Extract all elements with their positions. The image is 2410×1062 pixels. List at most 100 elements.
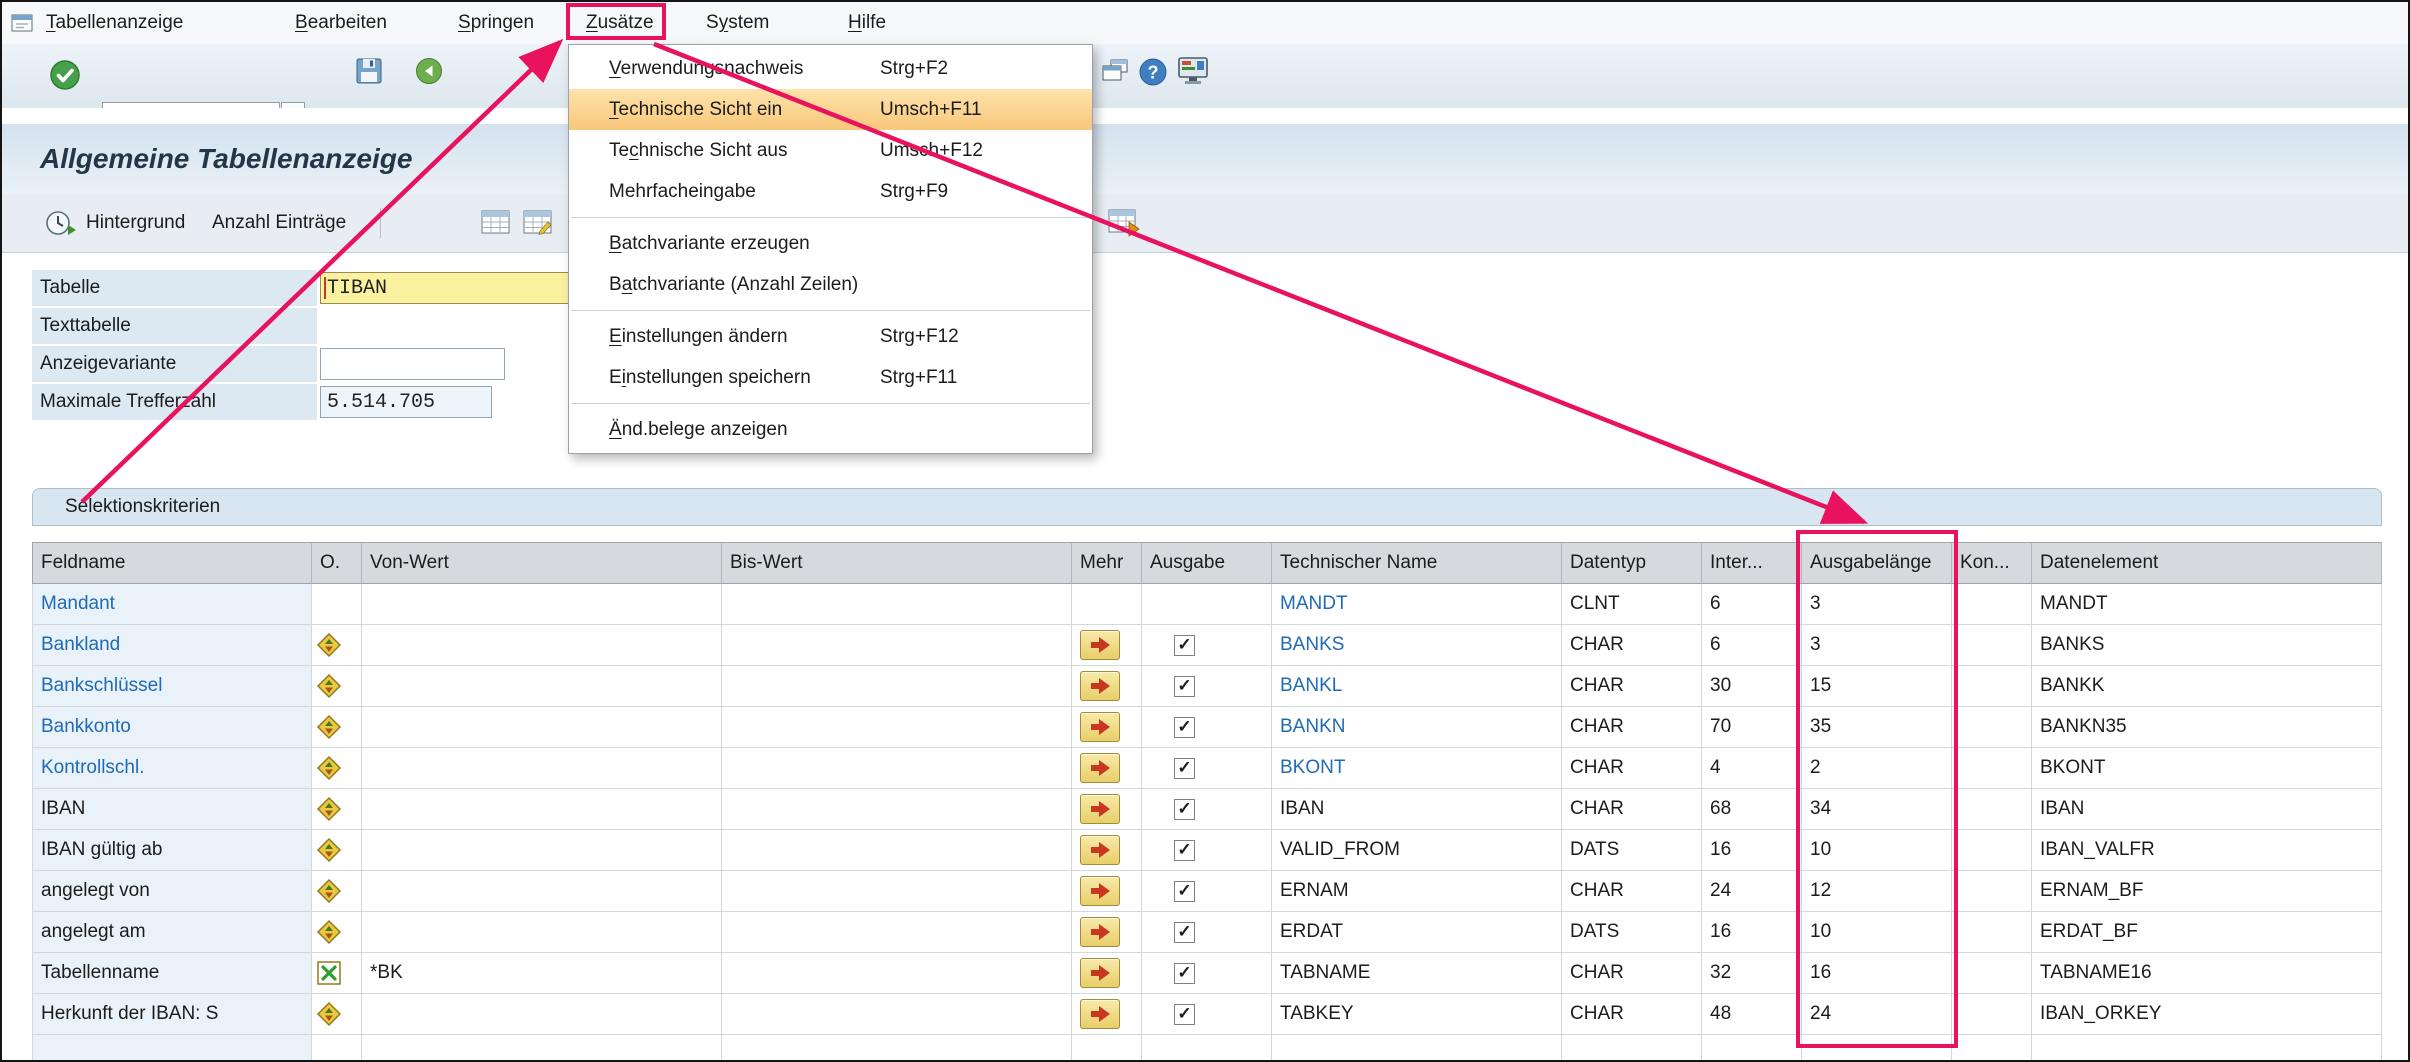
multiple-selection-button[interactable]: [1080, 835, 1120, 865]
tech-name-cell[interactable]: IBAN: [1272, 789, 1562, 830]
selection-options-icon[interactable]: [316, 632, 342, 658]
menu-item-technische-sicht-ein[interactable]: Technische Sicht einUmsch+F11: [569, 89, 1092, 130]
bis-wert-cell[interactable]: [722, 871, 1072, 912]
ausgabe-checkbox[interactable]: [1174, 922, 1195, 943]
von-wert-cell[interactable]: [362, 666, 722, 707]
system-menu-icon[interactable]: [10, 11, 34, 40]
ausgabe-checkbox[interactable]: [1174, 758, 1195, 779]
bis-wert-cell[interactable]: [722, 830, 1072, 871]
von-wert-cell[interactable]: [362, 994, 722, 1035]
multiple-selection-button[interactable]: [1080, 712, 1120, 742]
save-icon[interactable]: [354, 56, 384, 91]
multiple-selection-button[interactable]: [1080, 917, 1120, 947]
multiple-selection-button[interactable]: [1080, 999, 1120, 1029]
menu-item-aend-belege-anzeigen[interactable]: Änd.belege anzeigen: [569, 409, 1092, 450]
multiple-selection-button[interactable]: [1080, 876, 1120, 906]
von-wert-cell[interactable]: [362, 871, 722, 912]
ausgabe-checkbox[interactable]: [1174, 717, 1195, 738]
selection-options-icon[interactable]: [316, 1001, 342, 1027]
tech-name-cell[interactable]: BANKL: [1272, 666, 1562, 707]
exclude-selection-icon[interactable]: [316, 960, 342, 986]
multiple-selection-button[interactable]: [1080, 753, 1120, 783]
background-run-clock-icon[interactable]: [44, 208, 78, 243]
bis-wert-cell[interactable]: [722, 625, 1072, 666]
anzahl-eintraege-button[interactable]: Anzahl Einträge: [212, 194, 346, 252]
von-wert-cell[interactable]: [362, 789, 722, 830]
multiple-selection-button[interactable]: [1080, 794, 1120, 824]
ausgabe-checkbox[interactable]: [1174, 635, 1195, 656]
ausgabe-checkbox[interactable]: [1174, 1004, 1195, 1025]
tech-name-cell[interactable]: TABNAME: [1272, 953, 1562, 994]
multiple-selection-button[interactable]: [1080, 630, 1120, 660]
von-wert-cell[interactable]: [362, 912, 722, 953]
feldname-cell[interactable]: IBAN gültig ab: [32, 830, 312, 871]
menu-hilfe[interactable]: Hilfe: [842, 2, 892, 44]
feldname-cell[interactable]: Bankschlüssel: [32, 666, 312, 707]
bis-wert-cell[interactable]: [722, 584, 1072, 625]
von-wert-cell[interactable]: [362, 748, 722, 789]
menu-system[interactable]: System: [700, 2, 775, 44]
menu-item-batchvariante-erzeugen[interactable]: Batchvariante erzeugen: [569, 223, 1092, 264]
feldname-cell[interactable]: IBAN: [32, 789, 312, 830]
anzeigevariante-input[interactable]: [320, 348, 505, 380]
table-grid-icon[interactable]: [480, 209, 512, 241]
maximale-trefferzahl-input[interactable]: [320, 386, 492, 418]
tech-name-cell[interactable]: BANKS: [1272, 625, 1562, 666]
feldname-cell[interactable]: angelegt am: [32, 912, 312, 953]
choose-grid-arrow-icon[interactable]: [1107, 208, 1143, 242]
multiple-selection-button[interactable]: [1080, 958, 1120, 988]
hintergrund-button[interactable]: Hintergrund: [86, 194, 185, 252]
menu-item-technische-sicht-aus[interactable]: Technische Sicht ausUmsch+F12: [569, 130, 1092, 171]
selection-options-icon[interactable]: [316, 673, 342, 699]
feldname-cell[interactable]: angelegt von: [32, 871, 312, 912]
tech-name-cell[interactable]: BKONT: [1272, 748, 1562, 789]
menu-item-verwendungsnachweis[interactable]: VerwendungsnachweisStrg+F2: [569, 48, 1092, 89]
selection-options-icon[interactable]: [316, 714, 342, 740]
menu-item-batchvariante-anzahl-zeilen[interactable]: Batchvariante (Anzahl Zeilen): [569, 264, 1092, 305]
feldname-cell[interactable]: Mandant: [32, 584, 312, 625]
tech-name-cell[interactable]: BANKN: [1272, 707, 1562, 748]
selection-options-icon[interactable]: [316, 919, 342, 945]
selection-options-icon[interactable]: [316, 755, 342, 781]
help-icon[interactable]: ?: [1138, 57, 1168, 92]
bis-wert-cell[interactable]: [722, 666, 1072, 707]
feldname-cell[interactable]: Tabellenname: [32, 953, 312, 994]
table-grid-edit-icon[interactable]: [522, 209, 554, 241]
enter-check-icon[interactable]: [48, 58, 82, 97]
menu-springen[interactable]: Springen: [452, 2, 540, 44]
menu-bearbeiten[interactable]: Bearbeiten: [289, 2, 393, 44]
von-wert-cell[interactable]: [362, 707, 722, 748]
menu-item-mehrfacheingabe[interactable]: MehrfacheingabeStrg+F9: [569, 171, 1092, 212]
feldname-cell[interactable]: Bankkonto: [32, 707, 312, 748]
bis-wert-cell[interactable]: [722, 953, 1072, 994]
feldname-cell[interactable]: Kontrollschl.: [32, 748, 312, 789]
selection-options-icon[interactable]: [316, 878, 342, 904]
feldname-cell[interactable]: Herkunft der IBAN: S: [32, 994, 312, 1035]
von-wert-cell[interactable]: *BK: [362, 953, 722, 994]
menu-zusaetze[interactable]: Zusätze: [580, 2, 660, 44]
von-wert-cell[interactable]: [362, 584, 722, 625]
bis-wert-cell[interactable]: [722, 748, 1072, 789]
selection-options-icon[interactable]: [316, 796, 342, 822]
bis-wert-cell[interactable]: [722, 789, 1072, 830]
multiple-selection-button[interactable]: [1080, 671, 1120, 701]
bis-wert-cell[interactable]: [722, 912, 1072, 953]
ausgabe-checkbox[interactable]: [1174, 840, 1195, 861]
menu-item-einstellungen-aendern[interactable]: Einstellungen ändernStrg+F12: [569, 316, 1092, 357]
new-session-icon[interactable]: [1100, 57, 1130, 90]
ausgabe-checkbox[interactable]: [1174, 799, 1195, 820]
ausgabe-checkbox[interactable]: [1174, 676, 1195, 697]
bis-wert-cell[interactable]: [722, 994, 1072, 1035]
customize-layout-monitor-icon[interactable]: [1176, 56, 1210, 92]
selection-options-icon[interactable]: [316, 837, 342, 863]
tech-name-cell[interactable]: ERDAT: [1272, 912, 1562, 953]
ausgabe-checkbox[interactable]: [1174, 963, 1195, 984]
menu-tabellenanzeige[interactable]: Tabellenanzeige: [40, 2, 189, 44]
tech-name-cell[interactable]: TABKEY: [1272, 994, 1562, 1035]
tech-name-cell[interactable]: MANDT: [1272, 584, 1562, 625]
menu-item-einstellungen-speichern[interactable]: Einstellungen speichernStrg+F11: [569, 357, 1092, 398]
von-wert-cell[interactable]: [362, 830, 722, 871]
tech-name-cell[interactable]: VALID_FROM: [1272, 830, 1562, 871]
bis-wert-cell[interactable]: [722, 707, 1072, 748]
tech-name-cell[interactable]: ERNAM: [1272, 871, 1562, 912]
